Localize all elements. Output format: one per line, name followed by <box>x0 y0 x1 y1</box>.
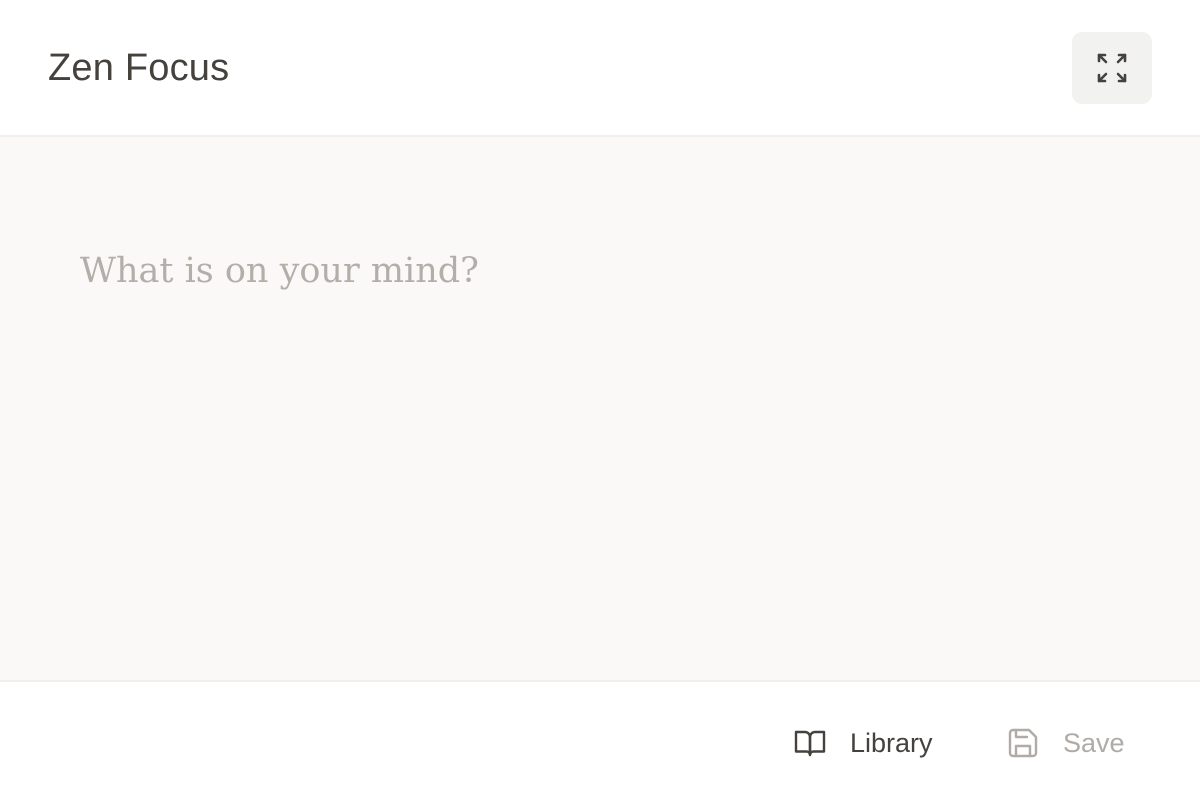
fullscreen-button[interactable] <box>1072 32 1152 104</box>
header-bar: Zen Focus <box>0 0 1200 137</box>
save-label: Save <box>1063 727 1125 758</box>
zen-focus-app: Zen Focus What is on your mind? Library … <box>0 0 1200 800</box>
library-button[interactable]: Library <box>793 722 933 764</box>
book-open-icon <box>793 726 827 760</box>
app-title: Zen Focus <box>48 47 230 89</box>
floppy-disk-icon <box>1006 726 1040 760</box>
editor-textarea[interactable] <box>80 245 1120 645</box>
footer-bar: Library Save <box>0 680 1200 800</box>
expand-icon <box>1097 53 1127 83</box>
save-button[interactable]: Save <box>1006 722 1125 764</box>
editor-area <box>0 137 1200 680</box>
library-label: Library <box>850 727 933 758</box>
